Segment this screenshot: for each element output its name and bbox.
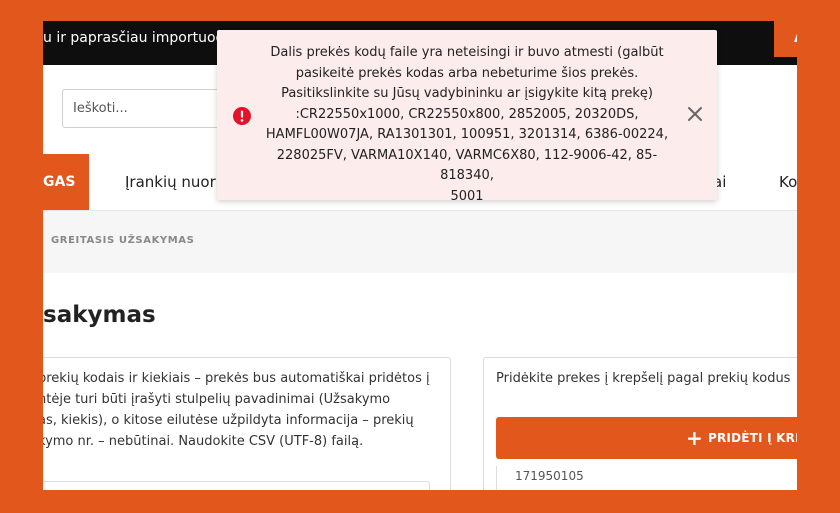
nav-item-label: Ko [779, 173, 797, 191]
breadcrumb: GREITASIS UŽSAKYMAS [43, 211, 797, 273]
alert-line: Pasitikslinkite su Jūsų vadybininku ar į… [281, 86, 653, 101]
nav-item-tools[interactable]: Įrankių nuor [125, 154, 216, 210]
nav-item-active[interactable]: GAS [43, 154, 89, 210]
breadcrumb-current: GREITASIS UŽSAKYMAS [51, 235, 195, 246]
topbar-button[interactable]: A [774, 21, 797, 57]
plus-icon: + [686, 426, 703, 450]
add-to-cart-button[interactable]: + PRIDĖTI Į KRE [496, 417, 797, 459]
close-icon[interactable] [687, 106, 703, 122]
alert-line: HAMFL00W07JA, RA1301301, 100951, 3201314… [265, 127, 669, 142]
product-codes-textarea[interactable]: 171950105 [496, 466, 797, 490]
alert-line: :CR22550x1000, CR22550x800, 2852005, 203… [295, 106, 639, 122]
add-to-cart-label: PRIDĖTI Į KRE [708, 431, 797, 445]
add-by-codes-description: Pridėkite prekes į krepšelį pagal prekių… [496, 371, 791, 386]
topbar-button-label: A [794, 30, 797, 46]
instruction-line: as, kiekis), o kitose eilutėse užpildyta… [43, 413, 414, 428]
csv-instructions: prekių kodais ir kiekiais – prekės bus a… [43, 368, 438, 452]
nav-item-contacts[interactable]: Ko [779, 154, 797, 210]
instruction-line: kymo nr. – nebūtinai. Naudokite CSV (UTF… [43, 434, 364, 449]
add-by-codes-panel: Pridėkite prekes į krepšelį pagal prekių… [483, 357, 797, 490]
info-circle-icon [233, 107, 251, 125]
page-title: sakymas [43, 302, 156, 328]
alert-line: pasikeitė prekės kodas arba nebeturime š… [295, 65, 639, 81]
error-alert: Dalis prekės kodų faile yra neteisingi i… [217, 30, 717, 204]
nav-item-label: Įrankių nuor [125, 173, 216, 191]
instruction-line: prekių kodais ir kiekiais – prekės bus a… [43, 371, 430, 386]
file-upload-box[interactable] [43, 481, 430, 490]
instruction-line: ntėje turi būti įrašyti stulpelių pavadi… [43, 392, 391, 407]
alert-line: 228025FV, VARMA10X140, VARMC6X80, 112-90… [276, 147, 658, 184]
nav-item-label: GAS [43, 174, 76, 190]
csv-upload-panel: prekių kodais ir kiekiais – prekės bus a… [43, 357, 451, 490]
alert-message: Dalis prekės kodų faile yra neteisingi i… [265, 43, 669, 207]
alert-line: Dalis prekės kodų faile yra neteisingi i… [270, 45, 664, 60]
product-code-entry: 171950105 [515, 469, 584, 483]
alert-line: 5001 [450, 188, 484, 204]
